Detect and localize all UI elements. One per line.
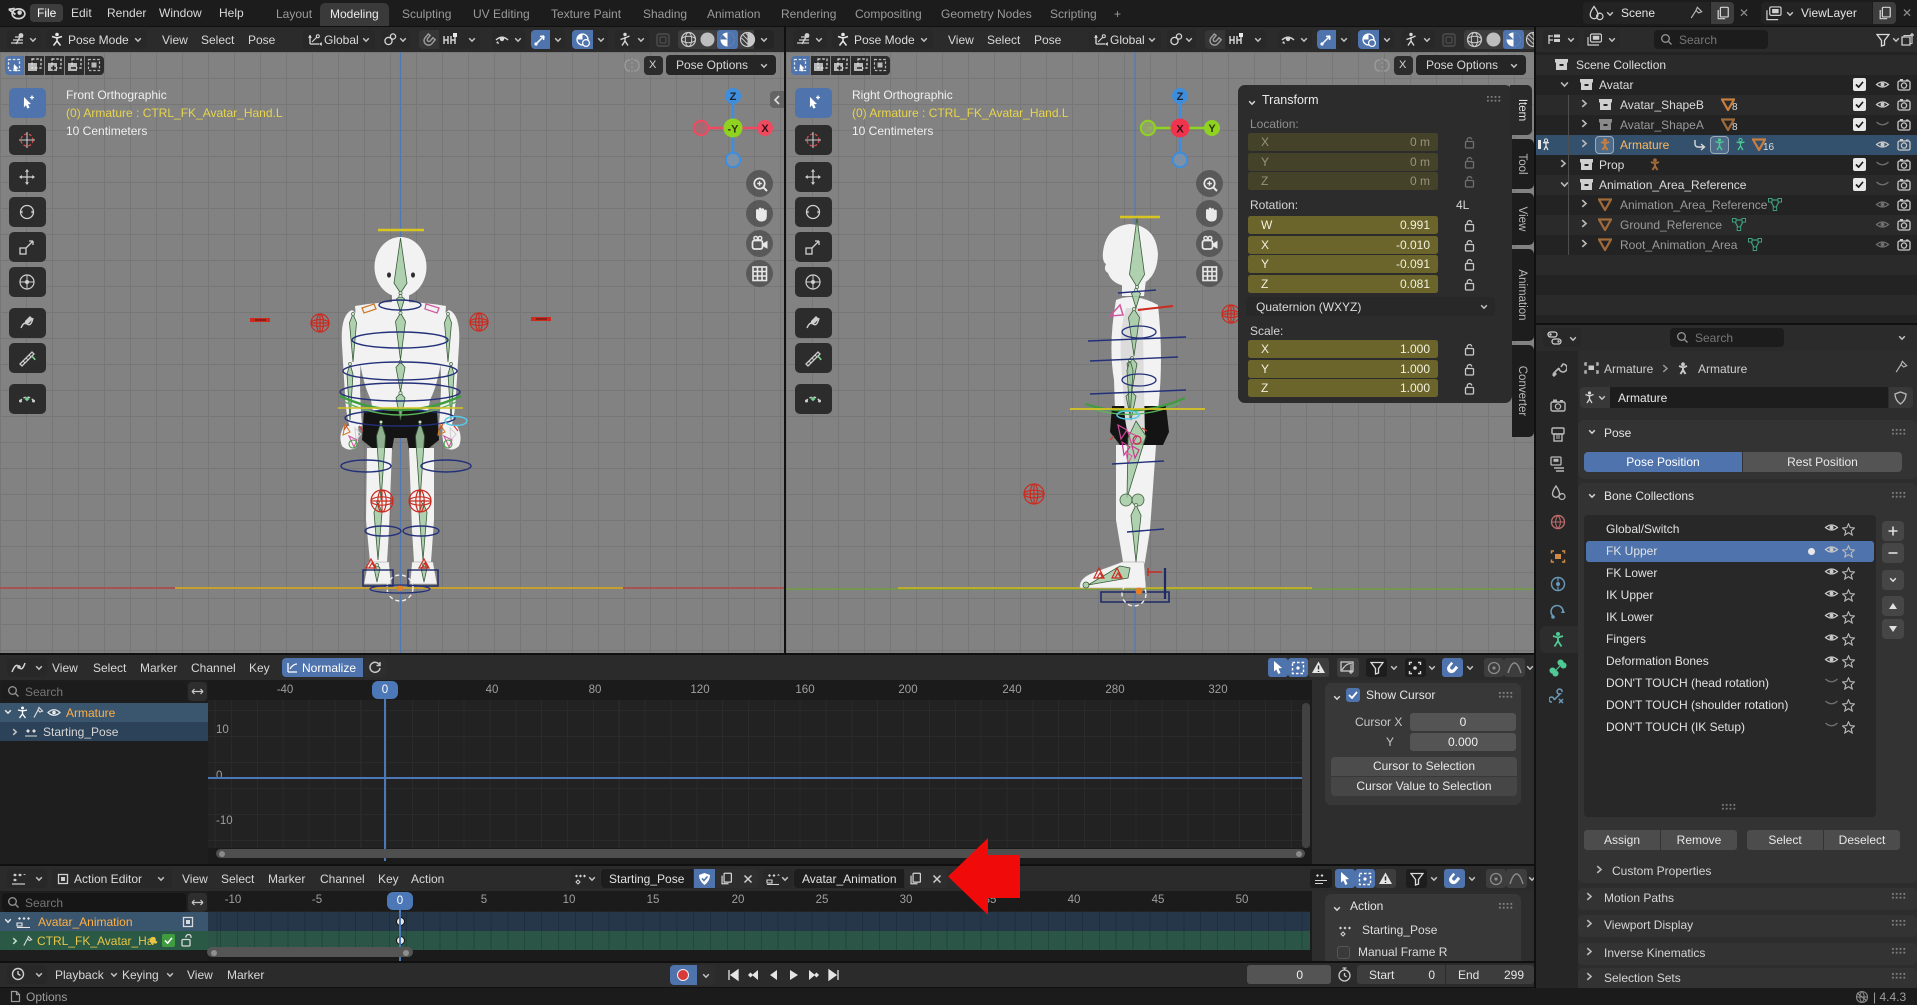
svg-text:Z: Z [1177,91,1184,103]
svg-text:Z: Z [730,91,737,103]
svg-text:X: X [761,123,769,135]
svg-text:X: X [1176,124,1184,136]
svg-text:Y: Y [1208,123,1216,135]
svg-text:-Y: -Y [728,124,740,136]
